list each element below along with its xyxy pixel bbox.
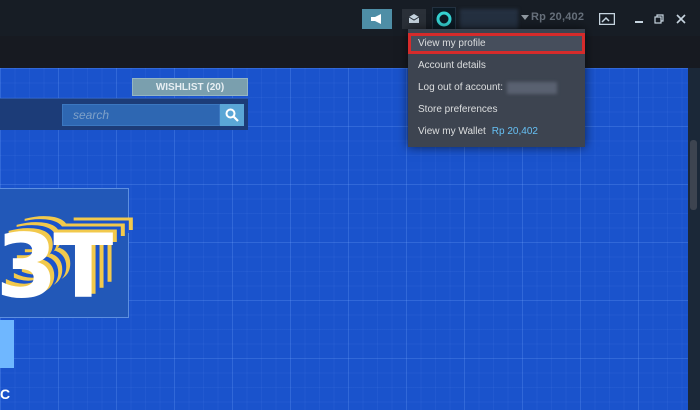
- title-bar: [0, 0, 700, 36]
- menu-item-log-out[interactable]: Log out of account:: [408, 77, 585, 98]
- avatar-ring-icon: [436, 11, 452, 27]
- close-icon: [676, 14, 686, 24]
- scrollbar-thumb[interactable]: [690, 140, 697, 210]
- search-input[interactable]: [62, 104, 220, 126]
- account-dropdown-toggle[interactable]: [520, 11, 530, 25]
- avatar[interactable]: [432, 7, 456, 31]
- wallet-balance[interactable]: Rp 20,402: [531, 11, 584, 23]
- menu-item-view-wallet[interactable]: View my Wallet Rp 20,402: [408, 121, 585, 142]
- caret-down-icon: [521, 15, 529, 20]
- wishlist-button[interactable]: WISHLIST (20): [132, 78, 248, 96]
- menu-item-label: View my profile: [418, 38, 486, 49]
- maximize-icon: [654, 14, 664, 24]
- account-dropdown-menu: View my profile Account details Log out …: [408, 29, 585, 147]
- minimize-button[interactable]: [631, 11, 647, 27]
- wallet-amount: Rp 20,402: [491, 126, 538, 137]
- search-icon: [225, 108, 239, 122]
- big-picture-button[interactable]: [597, 11, 617, 27]
- search-button[interactable]: [220, 104, 244, 126]
- menu-bar: [0, 36, 700, 68]
- megaphone-icon: [371, 14, 381, 24]
- menu-item-view-profile[interactable]: View my profile: [408, 33, 585, 54]
- menu-item-store-preferences[interactable]: Store preferences: [408, 99, 585, 120]
- featured-banner[interactable]: 3T: [0, 188, 129, 318]
- notifications-button[interactable]: [402, 9, 426, 29]
- scrollbar[interactable]: [688, 68, 700, 410]
- banner-logo-text: 3T: [0, 215, 113, 318]
- menu-item-account-details[interactable]: Account details: [408, 55, 585, 76]
- banner-caption: C: [0, 386, 11, 402]
- menu-item-label: View my Wallet: [418, 126, 486, 137]
- broadcast-button[interactable]: [362, 9, 392, 29]
- menu-item-label: Account details: [418, 60, 486, 71]
- account-name-redacted[interactable]: [460, 9, 518, 29]
- menu-item-label: Store preferences: [418, 104, 498, 115]
- screenshot-icon: [599, 13, 615, 25]
- envelope-icon: [408, 14, 420, 23]
- maximize-button[interactable]: [651, 11, 667, 27]
- close-button[interactable]: [673, 11, 689, 27]
- account-name-redacted: [507, 81, 558, 94]
- minimize-icon: [635, 21, 643, 23]
- menu-item-label: Log out of account:: [418, 82, 504, 93]
- banner-strip: [0, 320, 14, 368]
